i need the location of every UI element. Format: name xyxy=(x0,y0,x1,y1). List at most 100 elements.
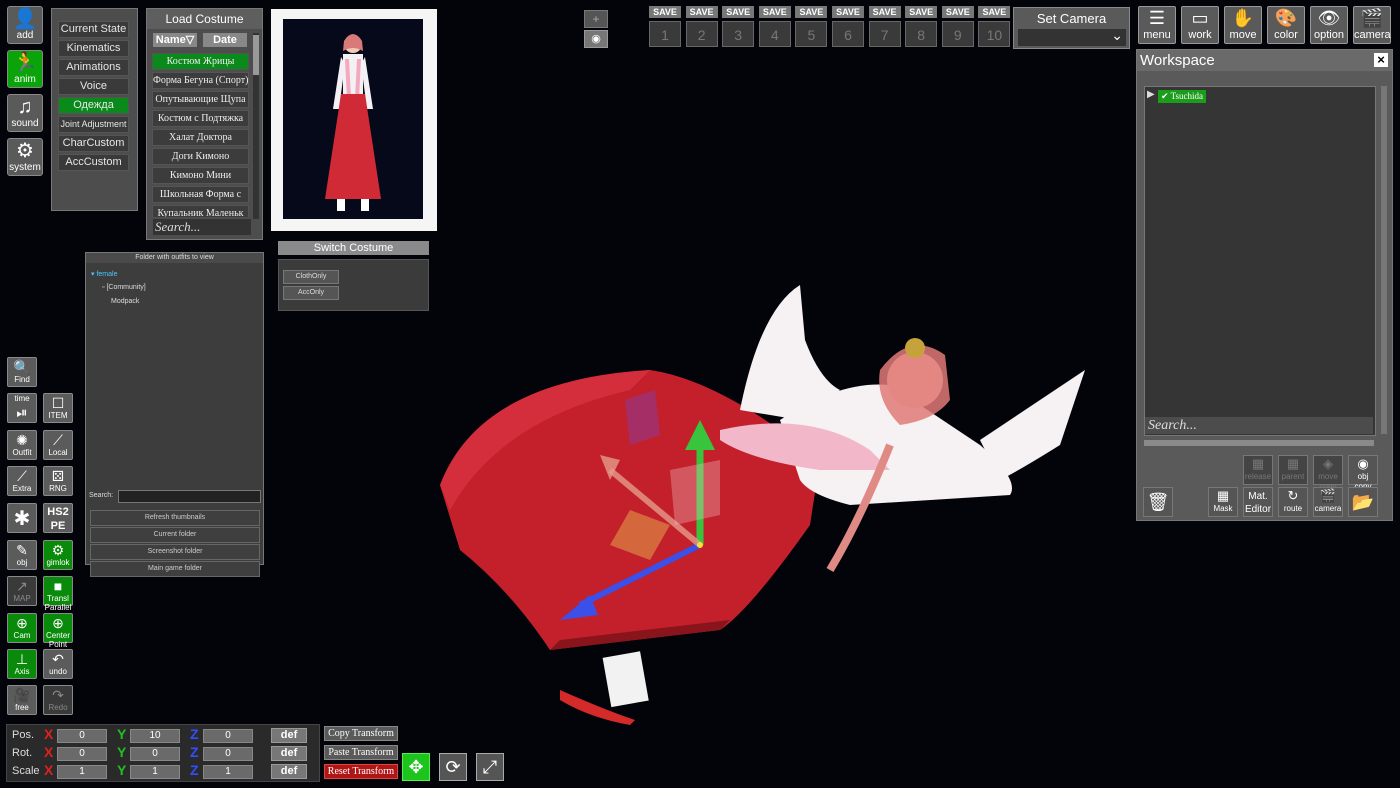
parent-button[interactable]: ▦ parent xyxy=(1278,455,1308,485)
visibility-button[interactable]: ◉ xyxy=(584,30,608,48)
save-label[interactable]: SAVE xyxy=(905,6,938,18)
camera-save-slot-1[interactable]: SAVE 1 xyxy=(649,6,681,50)
paste-transform-button[interactable]: Paste Transform xyxy=(324,745,398,760)
slot-number[interactable]: 5 xyxy=(795,21,828,47)
slot-number[interactable]: 7 xyxy=(868,21,901,47)
scale-default-button[interactable]: def xyxy=(271,764,307,779)
sort-date-button[interactable]: Date xyxy=(203,33,247,47)
slot-number[interactable]: 2 xyxy=(685,21,718,47)
outfit-button[interactable]: ✺ Outfit xyxy=(7,430,37,460)
menu-item-0[interactable]: Current State xyxy=(58,21,129,38)
rot-default-button[interactable]: def xyxy=(271,746,307,761)
pos-default-button[interactable]: def xyxy=(271,728,307,743)
redo-button[interactable]: ↷ Redo xyxy=(43,685,73,715)
move-copy-button[interactable]: ◈move copy xyxy=(1313,455,1343,491)
slot-number[interactable]: 3 xyxy=(722,21,755,47)
extra-button[interactable]: ⟋ Extra xyxy=(7,466,37,496)
camera-save-slot-3[interactable]: SAVE 3 xyxy=(722,6,755,50)
set-camera-select[interactable]: ⌄ xyxy=(1018,27,1126,46)
menu-item-4[interactable]: Одежда xyxy=(58,97,129,114)
pos-z-input[interactable]: 0 xyxy=(203,729,253,743)
rot-y-input[interactable]: 0 xyxy=(130,747,180,761)
costume-item[interactable]: Халат Доктора xyxy=(152,129,249,146)
camera-button[interactable]: 🎬 camera xyxy=(1353,6,1391,44)
workspace-horizontal-scrollbar[interactable] xyxy=(1144,440,1374,446)
menu-item-1[interactable]: Kinematics xyxy=(58,40,129,57)
save-label[interactable]: SAVE xyxy=(795,6,828,18)
pos-x-input[interactable]: 0 xyxy=(57,729,107,743)
menu-button[interactable]: ☰ menu xyxy=(1138,6,1176,44)
free-camera-button[interactable]: 🎥 free xyxy=(7,685,37,715)
transl-parallel-button[interactable]: ■ Transl Parallel xyxy=(43,576,73,612)
slot-number[interactable]: 10 xyxy=(978,21,1011,47)
save-label[interactable]: SAVE xyxy=(832,6,864,18)
camera-save-slot-2[interactable]: SAVE 2 xyxy=(685,6,718,50)
delete-button[interactable]: 🗑 xyxy=(1143,487,1173,517)
rot-z-input[interactable]: 0 xyxy=(203,747,253,761)
costume-search-input[interactable]: Search... xyxy=(153,219,251,235)
save-label[interactable]: SAVE xyxy=(868,6,901,18)
menu-item-7[interactable]: AccCustom xyxy=(58,154,129,171)
costume-item[interactable]: Костюм Жрицы xyxy=(152,53,249,70)
hs2pe-button[interactable]: HS2 PE xyxy=(43,503,73,533)
camera-save-slot-6[interactable]: SAVE 6 xyxy=(832,6,864,50)
folder-tree-community[interactable]: ▫ [Community] xyxy=(102,284,146,291)
costume-item[interactable]: Кимоно Мини xyxy=(152,167,249,184)
menu-item-6[interactable]: CharCustom xyxy=(58,135,129,152)
camera-object-button[interactable]: 🎬 camera xyxy=(1313,487,1343,517)
local-button[interactable]: ⟋ Local xyxy=(43,430,73,460)
workspace-search-input[interactable]: Search... xyxy=(1145,417,1373,434)
camera-save-slot-4[interactable]: SAVE 4 xyxy=(758,6,791,50)
system-button[interactable]: ⚙ system xyxy=(7,138,43,176)
costume-item[interactable]: Доги Кимоно xyxy=(152,148,249,165)
scale-y-input[interactable]: 1 xyxy=(130,765,180,779)
center-point-button[interactable]: ⊕ Center Point xyxy=(43,613,73,649)
cloth-only-button[interactable]: ClothOnly xyxy=(283,270,339,284)
folder-tree-female[interactable]: ▾ female xyxy=(91,270,117,278)
sound-button[interactable]: ♫ sound xyxy=(7,94,43,132)
move-button[interactable]: ✋ move xyxy=(1224,6,1262,44)
mask-button[interactable]: ▦ Mask xyxy=(1208,487,1238,517)
camera-save-slot-10[interactable]: SAVE 10 xyxy=(978,6,1011,50)
set-camera-dropdown[interactable]: Set Camera ⌄ xyxy=(1013,7,1130,49)
route-button[interactable]: ↻ route xyxy=(1278,487,1308,517)
costume-item[interactable]: Купальник Маленьк xyxy=(152,205,249,217)
costume-item[interactable]: Костюм с Подтяжка xyxy=(152,110,249,127)
slot-number[interactable]: 4 xyxy=(758,21,791,47)
folder-tree-modpack[interactable]: Modpack xyxy=(111,298,139,305)
release-button[interactable]: ▦ release xyxy=(1243,455,1273,485)
folder-search-input[interactable] xyxy=(118,490,261,503)
rotate-gizmo-button[interactable]: ⟳ xyxy=(439,753,467,781)
costume-item[interactable]: Школьная Форма с xyxy=(152,186,249,203)
scale-z-input[interactable]: 1 xyxy=(203,765,253,779)
viewport-character[interactable] xyxy=(420,270,1120,740)
copy-transform-button[interactable]: Copy Transform xyxy=(324,726,398,741)
reset-transform-button[interactable]: Reset Transform xyxy=(324,764,398,779)
slot-number[interactable]: 8 xyxy=(905,21,938,47)
move-gizmo-button[interactable]: ✥ xyxy=(402,753,430,781)
save-label[interactable]: SAVE xyxy=(649,6,681,18)
time-button[interactable]: time ⏯ xyxy=(7,393,37,423)
obj-button[interactable]: ✎ obj xyxy=(7,540,37,570)
camera-save-slot-9[interactable]: SAVE 9 xyxy=(941,6,974,50)
main-game-folder-button[interactable]: Main game folder xyxy=(90,561,260,577)
screenshot-folder-button[interactable]: Screenshot folder xyxy=(90,544,260,560)
find-button[interactable]: 🔍 Find xyxy=(7,357,37,387)
material-editor-button[interactable]: Mat. Editor xyxy=(1243,487,1273,517)
workspace-scrollbar[interactable] xyxy=(1381,86,1387,434)
camera-save-slot-7[interactable]: SAVE 7 xyxy=(868,6,901,50)
obj-copy-button[interactable]: ◉obj copy xyxy=(1348,455,1378,491)
save-label[interactable]: SAVE xyxy=(978,6,1011,18)
costume-item[interactable]: Форма Бегуна (Спорт) xyxy=(152,72,249,89)
costume-item[interactable]: Опутывающие Щупа xyxy=(152,91,249,108)
scale-x-input[interactable]: 1 xyxy=(57,765,107,779)
anim-button[interactable]: 🏃 anim xyxy=(7,50,43,88)
color-button[interactable]: 🎨 color xyxy=(1267,6,1305,44)
save-label[interactable]: SAVE xyxy=(685,6,718,18)
camera-save-slot-5[interactable]: SAVE 5 xyxy=(795,6,828,50)
save-label[interactable]: SAVE xyxy=(758,6,791,18)
undo-button[interactable]: ↶ undo xyxy=(43,649,73,679)
sort-name-button[interactable]: Name▽ xyxy=(153,33,197,47)
rot-x-input[interactable]: 0 xyxy=(57,747,107,761)
cam-button[interactable]: ⊕ Cam xyxy=(7,613,37,643)
